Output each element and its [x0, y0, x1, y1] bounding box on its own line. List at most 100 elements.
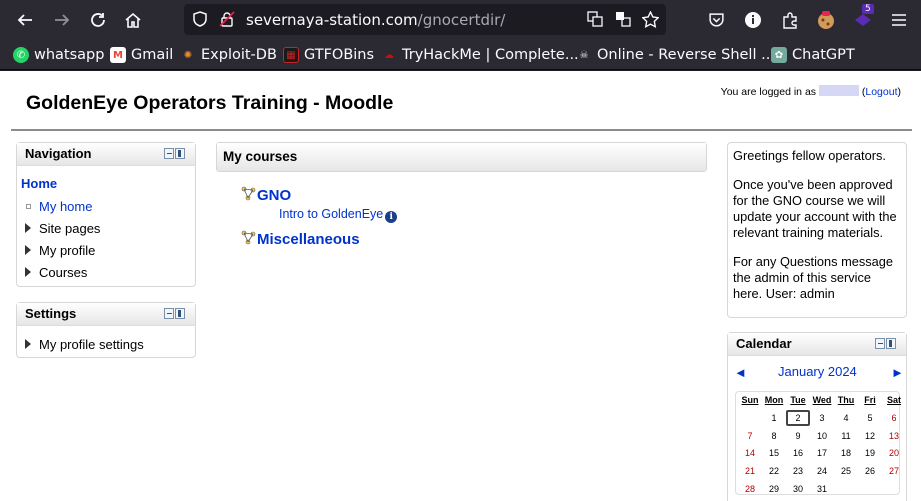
username-redacted[interactable]: [818, 85, 859, 96]
course-icon: [241, 186, 256, 201]
nav-my-profile[interactable]: My profile: [25, 243, 95, 258]
calendar-day[interactable]: 16: [786, 445, 810, 461]
url-text[interactable]: severnaya-station.com/gnocertdir/: [246, 11, 505, 29]
calendar-day[interactable]: 13: [882, 428, 906, 444]
calendar-day[interactable]: 3: [810, 410, 834, 426]
calendar-day[interactable]: 27: [882, 463, 906, 479]
calendar-day[interactable]: 20: [882, 445, 906, 461]
calendar-month-title[interactable]: January 2024: [778, 364, 857, 379]
calendar-day[interactable]: 21: [738, 463, 762, 479]
calendar-next-month[interactable]: ►: [891, 365, 904, 380]
navigation-block-header: Navigation: [17, 143, 195, 166]
calendar-block: Calendar ◄ January 2024 ► Sun Mon Tue Wed Th…: [727, 332, 907, 501]
nav-my-home[interactable]: My home: [26, 199, 92, 214]
forward-icon[interactable]: [49, 7, 75, 33]
bookmark-reverse-shell[interactable]: ☠ Online - Reverse Shell ...: [576, 45, 775, 65]
back-icon[interactable]: [12, 7, 38, 33]
settings-block: Settings My profile settings: [16, 302, 196, 358]
info-extension-icon[interactable]: [741, 8, 765, 32]
calendar-day[interactable]: 1: [762, 410, 786, 426]
calendar-day[interactable]: 17: [810, 445, 834, 461]
extensions-puzzle-icon[interactable]: [778, 8, 802, 32]
browser-toolbar: severnaya-station.com/gnocertdir/ 5: [0, 0, 921, 40]
info-icon[interactable]: i: [385, 211, 398, 223]
logout-paren-close: ): [897, 86, 902, 98]
calendar-day[interactable]: 6: [882, 410, 906, 426]
calendar-day[interactable]: 10: [810, 428, 834, 444]
hide-block-icon[interactable]: [164, 148, 174, 159]
pocket-icon[interactable]: [704, 8, 728, 32]
bookmark-gtfobins[interactable]: ▦ GTFOBins: [283, 45, 374, 65]
bookmark-tryhackme[interactable]: ☁ TryHackMe | Complete...: [381, 45, 579, 65]
translate-page-icon[interactable]: [613, 9, 633, 29]
calendar-day[interactable]: 14: [738, 445, 762, 461]
calendar-today[interactable]: 2: [786, 409, 810, 426]
course-gno-intro[interactable]: Intro to GoldenEye i: [279, 207, 398, 223]
site-title: GoldenEye Operators Training - Moodle: [26, 92, 394, 114]
nav-item-label: Site pages: [39, 221, 101, 236]
calendar-day[interactable]: 12: [858, 428, 882, 444]
nav-site-pages[interactable]: Site pages: [25, 221, 101, 236]
hide-block-icon[interactable]: [164, 308, 174, 319]
bookmark-exploit-db[interactable]: ✺ Exploit-DB: [180, 45, 277, 65]
calendar-weekday-header: Thu: [837, 395, 855, 405]
calendar-day[interactable]: 26: [858, 463, 882, 479]
settings-my-profile-settings[interactable]: My profile settings: [25, 337, 144, 352]
nav-courses[interactable]: Courses: [25, 265, 88, 280]
star-bookmark-icon[interactable]: [640, 9, 660, 29]
calendar-weekday-header: Sun: [741, 395, 759, 405]
logout-link[interactable]: Logout: [865, 86, 897, 98]
calendar-day[interactable]: 7: [738, 428, 762, 444]
bookmark-whatsapp[interactable]: ✆ whatsapp: [13, 45, 104, 65]
home-icon[interactable]: [120, 7, 146, 33]
calendar-weekday-header: Fri: [864, 395, 876, 405]
bookmark-chatgpt[interactable]: ✿ ChatGPT: [771, 45, 855, 65]
hide-block-icon[interactable]: [875, 338, 885, 349]
chatgpt-icon: ✿: [771, 47, 787, 63]
course-gno-link[interactable]: GNO: [257, 187, 291, 204]
dock-block-icon[interactable]: [175, 148, 185, 159]
tryhackme-icon: ☁: [384, 49, 394, 61]
bookmark-label: Exploit-DB: [201, 47, 277, 63]
calendar-weekday-header: Sat: [886, 395, 901, 405]
calendar-day[interactable]: 22: [762, 463, 786, 479]
bullet-icon: [26, 204, 31, 209]
calendar-day[interactable]: 19: [858, 445, 882, 461]
menu-hamburger-icon[interactable]: [887, 8, 911, 32]
insecure-lock-icon[interactable]: [217, 9, 237, 29]
calendar-day[interactable]: 5: [858, 410, 882, 426]
calendar-day[interactable]: 25: [834, 463, 858, 479]
greeting-block: Greetings fellow operators. Once you've …: [727, 142, 907, 318]
calendar-day[interactable]: 31: [810, 481, 834, 497]
calendar-day[interactable]: 8: [762, 428, 786, 444]
calendar-day[interactable]: 18: [834, 445, 858, 461]
calendar-grid: Sun Mon Tue Wed Thu Fri Sat 1 2 3 4 5 6 7 8 9 10 11 12 13 14…: [735, 391, 901, 497]
block-controls: [164, 308, 185, 319]
dock-block-icon[interactable]: [175, 308, 185, 319]
logged-in-text: You are logged in as: [720, 86, 817, 98]
url-bar[interactable]: severnaya-station.com/gnocertdir/: [184, 4, 666, 35]
calendar-day[interactable]: 4: [834, 410, 858, 426]
block-controls: [875, 338, 896, 349]
translate-icon[interactable]: [585, 9, 605, 29]
bookmark-gmail[interactable]: M Gmail: [110, 45, 173, 65]
calendar-day[interactable]: 23: [786, 463, 810, 479]
calendar-day[interactable]: 30: [786, 481, 810, 497]
calendar-day[interactable]: 11: [834, 428, 858, 444]
exploit-db-icon: ✺: [183, 49, 193, 61]
course-misc-link[interactable]: Miscellaneous: [257, 231, 360, 248]
calendar-day[interactable]: 28: [738, 481, 762, 497]
course-icon: [241, 230, 256, 245]
calendar-prev-month[interactable]: ◄: [734, 365, 747, 380]
notification-extension-icon[interactable]: 5: [851, 4, 875, 32]
calendar-day[interactable]: 24: [810, 463, 834, 479]
dock-block-icon[interactable]: [886, 338, 896, 349]
calendar-day[interactable]: 29: [762, 481, 786, 497]
cookie-extension-icon[interactable]: [814, 8, 838, 32]
reload-icon[interactable]: [85, 7, 111, 33]
nav-home-link[interactable]: Home: [21, 176, 57, 191]
calendar-day[interactable]: 15: [762, 445, 786, 461]
nav-item-label: Courses: [39, 265, 88, 280]
shield-icon[interactable]: [190, 9, 210, 29]
calendar-day[interactable]: 9: [786, 428, 810, 444]
